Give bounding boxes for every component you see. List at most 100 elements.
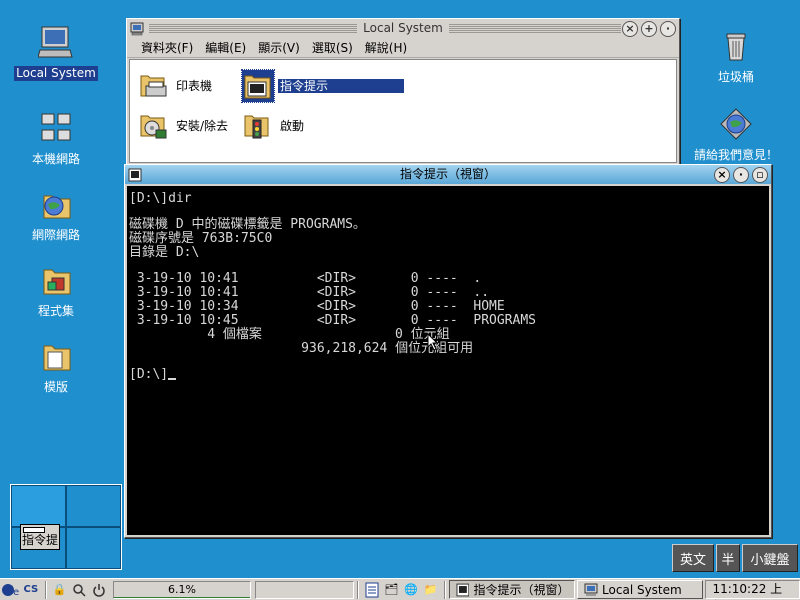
power-icon — [93, 583, 105, 597]
lock-button[interactable]: 🔒 — [51, 581, 69, 599]
terminal-titlebar[interactable]: 指令提示（視窗） × · ▫ — [125, 165, 771, 184]
cpu-graph — [113, 594, 251, 598]
terminal-line: 3-19-10 10:34 <DIR> 0 ---- HOME — [129, 299, 505, 314]
quicklaunch-browser[interactable]: 🌐 — [402, 581, 420, 599]
trash-icon — [726, 33, 746, 61]
network-icon — [41, 113, 71, 141]
task-button-local-system[interactable]: Local System — [577, 580, 704, 599]
workspace-2[interactable] — [66, 485, 121, 527]
desktop-icon-label: Local System — [14, 66, 98, 81]
svg-text:e: e — [13, 587, 19, 598]
desktop-icon-local-network[interactable]: 本機網路 — [8, 110, 104, 167]
close-button[interactable]: × — [622, 20, 638, 37]
start-logo-icon: e — [2, 583, 19, 598]
file-item-startup[interactable]: 啟動 — [242, 108, 306, 144]
ime-keypad-button[interactable]: 小鍵盤 — [742, 544, 798, 572]
template-folder-icon — [43, 345, 71, 371]
computer-icon — [38, 26, 73, 58]
file-item-label: 啟動 — [280, 119, 305, 133]
restore-button[interactable]: ▫ — [752, 166, 768, 183]
desktop-icon-label: 程式集 — [37, 304, 74, 318]
window-title: 指令提示（視窗） — [399, 167, 496, 181]
menubar: 資料夾(F) 編輯(E) 顯示(V) 選取(S) 解說(H) — [127, 38, 679, 58]
search-icon — [73, 583, 86, 597]
task-button-label: 指令提示（視窗） — [473, 583, 570, 597]
start-button[interactable]: e — [1, 581, 19, 599]
terminal-prompt: [D:\] — [129, 367, 169, 382]
minimize-button[interactable]: · — [660, 20, 676, 37]
start-menu-icon: CS — [23, 584, 39, 595]
terminal-folder-icon — [241, 69, 275, 103]
close-icon: × — [717, 168, 727, 181]
file-item-label: 安裝/除去 — [176, 119, 229, 133]
power-button[interactable] — [90, 581, 108, 599]
feedback-icon — [720, 108, 752, 140]
workspace-1[interactable] — [11, 485, 66, 527]
ime-english-button[interactable]: 英文 — [672, 544, 714, 572]
terminal-window[interactable]: 指令提示（視窗） × · ▫ [D:\]dir 磁碟機 D 中的磁碟標籤是 PR… — [124, 164, 772, 538]
terminal-output[interactable]: [D:\]dir 磁碟機 D 中的磁碟標籤是 PROGRAMS。 磁碟序號是 7… — [127, 186, 769, 535]
install-icon — [140, 115, 167, 139]
local-system-window[interactable]: Local System × + · 資料夾(F) 編輯(E) 顯示(V) 選取… — [126, 18, 680, 166]
quicklaunch-file-manager[interactable]: 🗂 — [382, 581, 400, 599]
ime-halfwidth-button[interactable]: 半 — [716, 544, 740, 572]
desktop-icon-internet[interactable]: 網際網路 — [8, 186, 104, 243]
file-area[interactable]: 印表機 指令提示 安裝/除去 啟動 — [129, 59, 677, 163]
memory-monitor — [255, 580, 354, 599]
programs-folder-icon — [43, 269, 71, 295]
close-button[interactable]: × — [714, 166, 730, 183]
window-list-button[interactable] — [363, 581, 381, 599]
ime-toolbar: 英文 半 小鍵盤 — [672, 544, 798, 572]
lock-icon: 🔒 — [52, 583, 67, 596]
task-button-label: Local System — [602, 582, 682, 597]
file-item-printer[interactable]: 印表機 — [138, 68, 214, 104]
globe-folder-icon — [43, 195, 71, 219]
terminal-line: 磁碟序號是 763B:75C0 — [129, 231, 273, 246]
desktop-icon-templates[interactable]: 模版 — [8, 338, 104, 395]
menu-folder[interactable]: 資料夾(F) — [135, 39, 199, 57]
task-button-terminal[interactable]: 指令提示（視窗） — [448, 580, 576, 599]
desktop-icon-label: 請給我們意見！ — [693, 148, 778, 162]
maximize-button[interactable]: + — [641, 20, 657, 37]
browser-icon: 🌐 — [404, 583, 418, 596]
printer-icon — [140, 75, 167, 97]
cpu-monitor: 6.1% — [112, 580, 252, 599]
terminal-line: 3-19-10 10:41 <DIR> 0 ---- .. — [129, 285, 490, 300]
clock[interactable]: 11:10:22 上午 — [705, 580, 800, 600]
menu-select[interactable]: 選取(S) — [306, 39, 359, 57]
close-icon: × — [625, 22, 635, 35]
quicklaunch-folder[interactable]: 📁 — [422, 581, 440, 599]
computer-icon — [584, 583, 598, 596]
start-menu-button[interactable]: CS — [21, 581, 41, 599]
menu-edit[interactable]: 編輯(E) — [199, 39, 252, 57]
menu-help[interactable]: 解說(H) — [359, 39, 413, 57]
restore-icon: ▫ — [756, 168, 764, 181]
file-item-label: 指令提示 — [278, 79, 404, 93]
desktop-icon-label: 本機網路 — [31, 152, 80, 166]
local-system-titlebar[interactable]: Local System × + · — [127, 19, 679, 38]
minimize-icon: · — [665, 22, 671, 35]
desktop-icon-trash[interactable]: 垃圾桶 — [688, 28, 784, 85]
workspace-4[interactable] — [66, 527, 121, 569]
desktop-icon-label: 垃圾桶 — [717, 70, 754, 84]
terminal-line: 磁碟機 D 中的磁碟標籤是 PROGRAMS。 — [129, 217, 366, 232]
desktop-icon-programs[interactable]: 程式集 — [8, 262, 104, 319]
file-item-label: 印表機 — [176, 79, 213, 93]
minimize-button[interactable]: · — [733, 166, 749, 183]
search-button[interactable] — [70, 581, 88, 599]
taskbar: e CS 🔒 6.1% 🗂 🌐 📁 指令提示（視窗） Local System … — [0, 578, 800, 600]
menu-view[interactable]: 顯示(V) — [252, 39, 306, 57]
desktop-icon-local-system[interactable]: Local System — [8, 24, 104, 81]
pager-window-thumbnail[interactable]: 指令提 — [20, 524, 60, 550]
file-item-install-remove[interactable]: 安裝/除去 — [138, 108, 230, 144]
mouse-pointer-icon — [427, 333, 439, 351]
pager-window-label: 指令提 — [21, 533, 58, 547]
terminal-line: [D:\]dir — [129, 191, 192, 206]
file-manager-icon: 🗂 — [384, 583, 399, 596]
window-menu-icon[interactable] — [130, 22, 144, 36]
desktop-icon-feedback[interactable]: 請給我們意見！ — [688, 106, 784, 163]
window-menu-icon[interactable] — [128, 168, 142, 182]
text-cursor — [168, 378, 177, 380]
file-item-command-prompt[interactable]: 指令提示 — [241, 68, 404, 104]
